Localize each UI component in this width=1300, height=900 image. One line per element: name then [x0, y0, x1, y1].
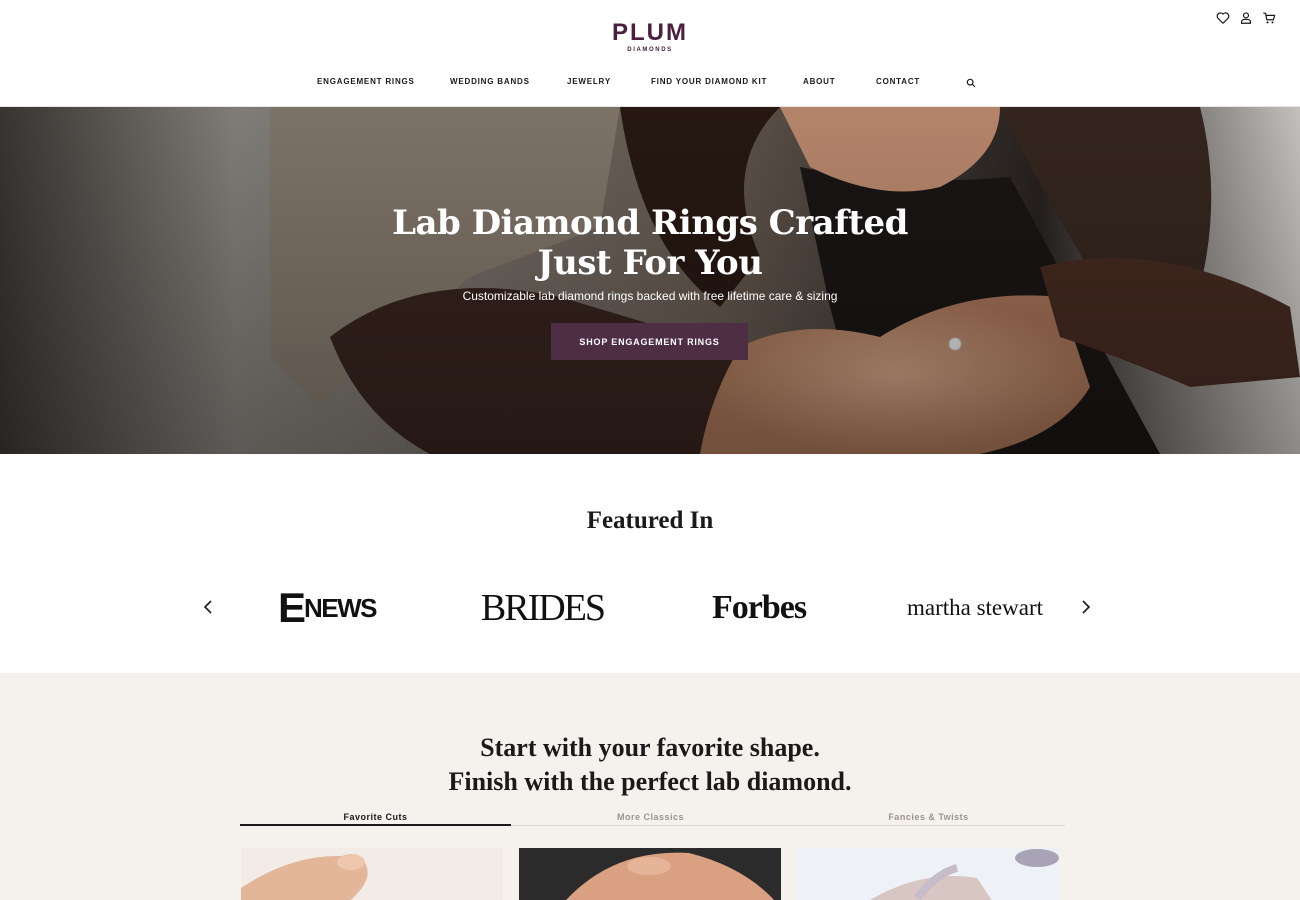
shape-card[interactable]: [519, 848, 781, 900]
martha-stewart-logo: martha stewart: [906, 595, 1044, 620]
nav-jewelry[interactable]: JEWELRY: [567, 77, 611, 86]
shape-title-line-2: Finish with the perfect lab diamond.: [448, 767, 852, 796]
shape-tabs: Favorite Cuts More Classics Fancies & Tw…: [240, 812, 1065, 826]
cart-icon[interactable]: [1262, 11, 1276, 25]
chevron-left-icon[interactable]: [201, 598, 215, 616]
forbes-logo: Forbes: [711, 589, 807, 626]
nav-wedding-bands[interactable]: WEDDING BANDS: [450, 77, 530, 86]
shape-card[interactable]: [797, 848, 1059, 900]
site-header: PLUM DIAMONDS ENGAGEMENT RINGS WEDDING B…: [0, 0, 1300, 107]
search-icon[interactable]: [966, 78, 976, 88]
nav-about[interactable]: ABOUT: [803, 77, 835, 86]
brand-name: PLUM: [612, 19, 688, 46]
tab-favorite-cuts[interactable]: Favorite Cuts: [240, 812, 511, 826]
heart-icon[interactable]: [1216, 11, 1230, 25]
shape-section: Start with your favorite shape. Finish w…: [0, 673, 1300, 900]
brides-logo: BRIDES: [480, 587, 606, 629]
nav-find-your-diamond-kit[interactable]: FIND YOUR DIAMOND KIT: [651, 77, 767, 86]
shape-section-title: Start with your favorite shape. Finish w…: [350, 731, 950, 799]
nav-contact[interactable]: CONTACT: [876, 77, 920, 86]
shape-card-image: [519, 848, 781, 900]
shape-card-image: [797, 848, 1059, 900]
main-nav: ENGAGEMENT RINGS WEDDING BANDS JEWELRY F…: [0, 77, 1300, 91]
enews-logo-text: NEWS: [304, 592, 378, 623]
enews-logo-e: E: [278, 584, 306, 631]
brand-logo[interactable]: PLUM DIAMONDS: [600, 20, 700, 55]
shop-engagement-rings-button[interactable]: SHOP ENGAGEMENT RINGS: [551, 323, 748, 360]
tab-more-classics[interactable]: More Classics: [515, 812, 786, 826]
featured-in-title: Featured In: [586, 507, 714, 534]
user-icon[interactable]: [1239, 11, 1253, 25]
shape-title-line-1: Start with your favorite shape.: [480, 733, 820, 762]
shape-card[interactable]: [241, 848, 503, 900]
chevron-right-icon[interactable]: [1079, 598, 1093, 616]
tab-fancies-twists[interactable]: Fancies & Twists: [793, 812, 1064, 826]
hero-banner: Lab Diamond Rings Crafted Just For You C…: [0, 107, 1300, 454]
brand-tagline: DIAMONDS: [627, 47, 673, 53]
shape-card-image: [241, 848, 503, 900]
utility-icons: [1216, 11, 1276, 25]
hero-subtitle: Customizable lab diamond rings backed wi…: [462, 289, 838, 303]
hero-title: Lab Diamond Rings Crafted Just For You: [392, 203, 908, 283]
nav-engagement-rings[interactable]: ENGAGEMENT RINGS: [317, 77, 415, 86]
enews-logo: E NEWS: [278, 584, 378, 632]
